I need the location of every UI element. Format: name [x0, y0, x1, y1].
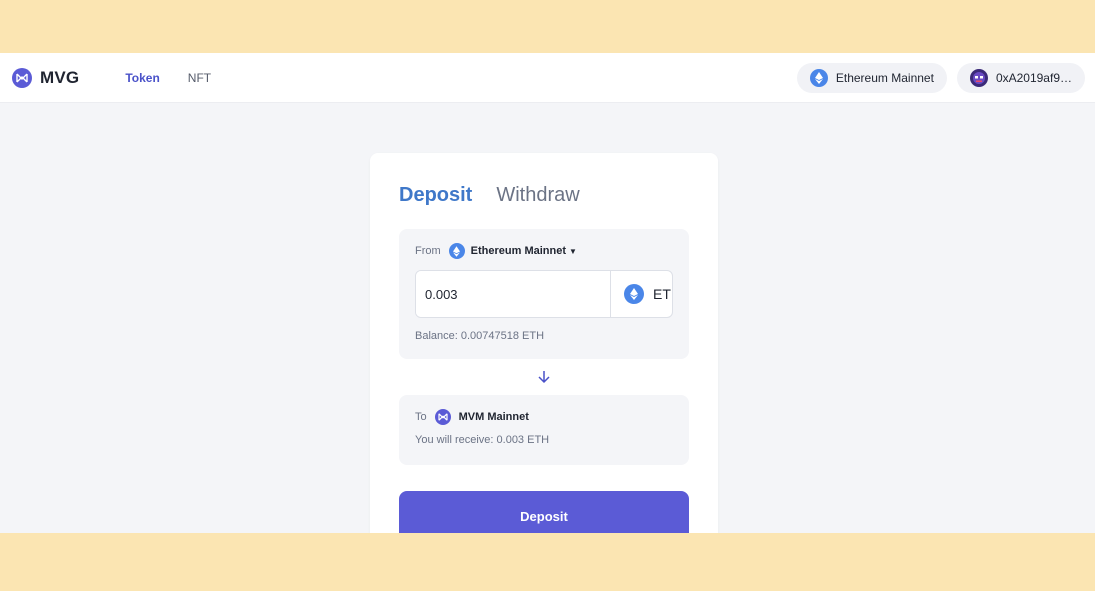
brand-name: MVG: [40, 67, 80, 87]
bridge-card: Deposit Withdraw From Ethereum Mainnet ▼: [370, 153, 718, 533]
deposit-button[interactable]: Deposit: [399, 491, 689, 533]
token-selector[interactable]: ETH ▼: [611, 271, 672, 317]
amount-input[interactable]: [416, 271, 611, 317]
nav-nft[interactable]: NFT: [188, 71, 211, 85]
from-panel: From Ethereum Mainnet ▼ ETH ▼: [399, 229, 689, 359]
mvm-logo-icon: [434, 409, 451, 425]
account-button[interactable]: 0xA2019af9…: [956, 62, 1085, 93]
network-label: Ethereum Mainnet: [835, 70, 934, 85]
app-window: MVG Token NFT Ethereum Mainnet 0xA2019af…: [0, 53, 1095, 533]
chevron-down-icon: ▼: [569, 246, 577, 256]
mvg-logo-icon: [12, 67, 32, 88]
to-network-name: MVM Mainnet: [458, 411, 529, 423]
from-network-selector[interactable]: Ethereum Mainnet ▼: [448, 243, 577, 259]
from-label: From: [415, 245, 441, 257]
from-row: From Ethereum Mainnet ▼: [415, 243, 673, 259]
bridge-tabs: Deposit Withdraw: [399, 184, 689, 207]
tab-withdraw[interactable]: Withdraw: [496, 184, 579, 207]
top-navigation-bar: MVG Token NFT Ethereum Mainnet 0xA2019af…: [0, 53, 1095, 103]
avatar-icon: [969, 68, 988, 87]
arrow-down-icon: [399, 359, 689, 395]
network-selector-button[interactable]: Ethereum Mainnet: [796, 62, 947, 93]
receive-text: You will receive: 0.003 ETH: [415, 434, 550, 446]
tab-deposit[interactable]: Deposit: [399, 184, 472, 207]
ethereum-icon: [624, 284, 644, 304]
from-network-name: Ethereum Mainnet: [470, 245, 567, 257]
amount-input-group: ETH ▼: [415, 270, 673, 318]
ethereum-icon: [809, 68, 828, 87]
main-nav: Token NFT: [125, 71, 211, 85]
ethereum-icon: [448, 243, 465, 259]
nav-token[interactable]: Token: [125, 71, 159, 85]
account-address: 0xA2019af9…: [995, 70, 1072, 85]
token-name: ETH: [653, 286, 672, 302]
to-label: To: [415, 411, 427, 423]
to-row: To MVM Mainnet: [415, 409, 673, 425]
to-panel: To MVM Mainnet You will receive: 0.003 E…: [399, 395, 689, 465]
brand[interactable]: MVG: [12, 67, 80, 88]
balance-text: Balance: 0.00747518 ETH: [415, 330, 545, 342]
